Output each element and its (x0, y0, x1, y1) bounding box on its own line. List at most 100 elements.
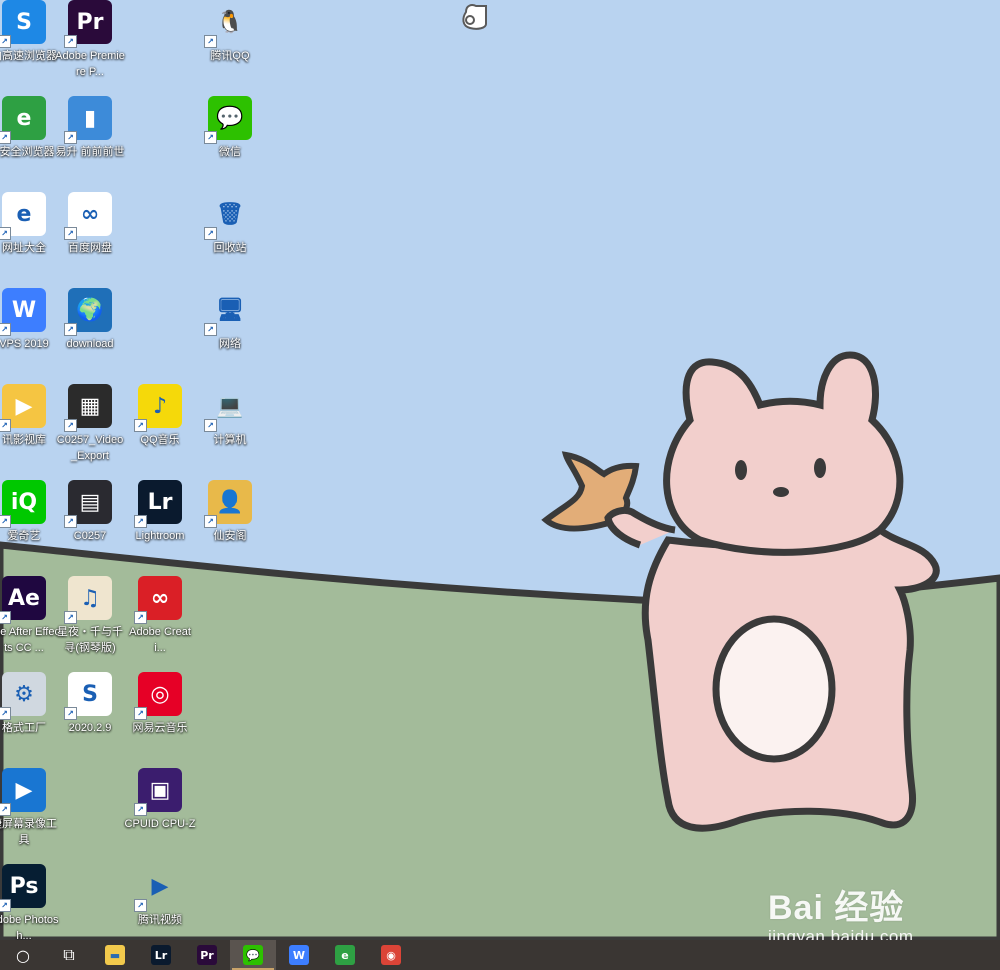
desktop-shortcut-netease-music[interactable]: ◎ ↗ 网易云音乐 (124, 670, 196, 762)
desktop-shortcut-screen-recorder[interactable]: ▶↗捷屏幕录像工具 (0, 766, 60, 858)
desktop-shortcut-network[interactable]: 🖥 ↗ 网络 (194, 286, 266, 378)
qq-icon: 🐧 ↗ (204, 0, 252, 48)
shortcut-label: QQ音乐 (140, 434, 180, 446)
shortcut-label: VPS 2019 (0, 338, 49, 350)
recycle-bin-icon: 🗑 ↗ (204, 192, 252, 240)
qq-music-icon: ♪ ↗ (134, 384, 182, 432)
desktop-shortcut-user-folder[interactable]: 👤 ↗ 仙安阁 (194, 478, 266, 570)
shortcut-label: 爱奇艺 (7, 530, 41, 542)
shortcut-label: 网易云音乐 (132, 722, 188, 734)
desktop-shortcut-premiere[interactable]: Pr ↗ Adobe Premiere P... (54, 0, 126, 90)
shortcut-label: CPUID CPU-Z (124, 818, 196, 830)
desktop-shortcut-lightroom[interactable]: Lr ↗ Lightroom (124, 478, 196, 570)
desktop-shortcut-wps[interactable]: W ↗ VPS 2019 (0, 286, 60, 378)
taskbar-button-cortana-search[interactable]: ○ (0, 940, 46, 970)
desktop-shortcut-download-globe[interactable]: 🌍 ↗ download (54, 286, 126, 378)
shortcut-arrow-icon: ↗ (64, 707, 77, 720)
taskbar-button-lightroom-taskbar[interactable]: Lr (138, 940, 184, 970)
tencent-video-icon: ▶ ↗ (134, 864, 182, 912)
desktop-shortcut-format-factory[interactable]: ⚙ ↗ 格式工厂 (0, 670, 60, 762)
desktop-shortcut-zip-archive[interactable]: ▮ ↗ 易升 前前前世 (54, 94, 126, 186)
desktop-shortcut-creative-cloud[interactable]: ∞ ↗ Adobe Creati... (124, 574, 196, 666)
baidu-watermark: Bai 经验 jingyan.baidu.com (768, 880, 914, 940)
desktop-shortcut-tencent-video[interactable]: ▶ ↗ 腾讯视频 (124, 862, 196, 940)
network-icon: 🖥 ↗ (204, 288, 252, 336)
desktop-shortcut-computer[interactable]: 💻 ↗ 计算机 (194, 382, 266, 474)
taskbar-button-360-browser-taskbar[interactable]: e (322, 940, 368, 970)
shortcut-arrow-icon: ↗ (134, 803, 147, 816)
shortcut-label: Adobe Creati... (129, 626, 191, 654)
shortcut-arrow-icon: ↗ (134, 899, 147, 912)
photoshop-icon: Ps ↗ (0, 864, 46, 912)
shortcut-label: 百度网盘 (68, 242, 112, 254)
taskbar-button-task-view[interactable]: ⧉ (46, 940, 92, 970)
desktop-shortcut-wechat[interactable]: 💬 ↗ 微信 (194, 94, 266, 186)
desktop-shortcut-browser[interactable]: S↗ 向高速浏览器 (0, 0, 60, 90)
music-file-icon: ♫ ↗ (64, 576, 112, 624)
desktop-shortcut-photoshop[interactable]: Ps↗Adobe Photosh... (0, 862, 60, 940)
shortcut-arrow-icon: ↗ (64, 35, 77, 48)
desktop-shortcut-iqiyi[interactable]: iQ ↗ 爱奇艺 (0, 478, 60, 570)
shortcut-label: Adobe Photosh... (0, 914, 59, 940)
shortcut-arrow-icon: ↗ (64, 131, 77, 144)
shortcut-arrow-icon: ↗ (134, 707, 147, 720)
cpuz-icon: ▣ ↗ (134, 768, 182, 816)
shortcut-arrow-icon: ↗ (64, 227, 77, 240)
screen-recorder-icon: ▶ ↗ (0, 768, 46, 816)
shortcut-label: Lightroom (135, 530, 185, 542)
shortcut-arrow-icon: ↗ (0, 707, 11, 720)
ie-browser-icon: e ↗ (0, 192, 46, 240)
taskbar-button-wechat-taskbar[interactable]: 💬 (230, 940, 276, 970)
creative-cloud-icon: ∞ ↗ (134, 576, 182, 624)
desktop-shortcut-ie-browser[interactable]: e ↗ 网址大全 (0, 190, 60, 282)
shortcut-arrow-icon: ↗ (0, 323, 11, 336)
shortcut-label: 2020.2.9 (68, 722, 112, 734)
shortcut-arrow-icon: ↗ (0, 35, 11, 48)
shortcut-label: 讯影视库 (2, 434, 46, 446)
chrome-taskbar-icon: ◉ (381, 945, 401, 965)
desktop-shortcut-spreadsheet-file[interactable]: S ↗ 2020.2.9 (54, 670, 126, 762)
taskbar-button-file-explorer[interactable]: ▬ (92, 940, 138, 970)
video-folder-icon: ▶ ↗ (0, 384, 46, 432)
shortcut-arrow-icon: ↗ (0, 803, 11, 816)
desktop-shortcut-after-effects[interactable]: Ae↗obe After Effects CC ... (0, 574, 60, 666)
task-view-icon: ⧉ (63, 945, 75, 964)
taskbar-button-chrome-taskbar[interactable]: ◉ (368, 940, 414, 970)
shortcut-label: 0安全浏览器 (0, 146, 55, 158)
cortana-search-icon: ○ (16, 945, 30, 965)
shortcut-label: 格式工厂 (2, 722, 46, 734)
desktop-shortcut-video-file[interactable]: ▦ ↗ C0257_Video_Export (54, 382, 126, 474)
taskbar-button-wps-taskbar[interactable]: W (276, 940, 322, 970)
wps-taskbar-icon: W (289, 945, 309, 965)
desktop-shortcut-recycle-bin[interactable]: 🗑 ↗ 回收站 (194, 190, 266, 282)
computer-icon: 💻 ↗ (204, 384, 252, 432)
desktop-shortcut-baidu-netdisk[interactable]: ∞ ↗ 百度网盘 (54, 190, 126, 282)
taskbar-button-premiere-taskbar[interactable]: Pr (184, 940, 230, 970)
wechat-taskbar-icon: 💬 (243, 945, 263, 965)
360-browser-icon: e ↗ (0, 96, 46, 144)
wechat-icon: 💬 ↗ (204, 96, 252, 144)
zip-archive-icon: ▮ ↗ (64, 96, 112, 144)
shortcut-arrow-icon: ↗ (204, 35, 217, 48)
taskbar: ○ ⧉ ▬ Lr Pr 💬 We ◉ (0, 940, 1000, 970)
desktop-shortcut-qq-music[interactable]: ♪ ↗ QQ音乐 (124, 382, 196, 474)
after-effects-icon: Ae ↗ (0, 576, 46, 624)
desktop-shortcut-music-file[interactable]: ♫ ↗ 星夜・千与千寻(钢琴版) (54, 574, 126, 666)
shortcut-label: C0257 (73, 530, 107, 542)
desktop-shortcut-360-browser[interactable]: e↗ 0安全浏览器 (0, 94, 60, 186)
shortcut-label: obe After Effects CC ... (0, 626, 60, 654)
desktop-shortcut-video-thumbnail[interactable]: ▤ ↗ C0257 (54, 478, 126, 570)
shortcut-label: C0257_Video_Export (56, 434, 124, 462)
shortcut-label: 捷屏幕录像工具 (0, 818, 57, 846)
shortcut-label: 腾讯QQ (210, 50, 250, 62)
shortcut-arrow-icon: ↗ (204, 419, 217, 432)
shortcut-label: Adobe Premiere P... (55, 50, 125, 78)
format-factory-icon: ⚙ ↗ (0, 672, 46, 720)
shortcut-arrow-icon: ↗ (64, 419, 77, 432)
desktop-shortcut-cpuz[interactable]: ▣ ↗ CPUID CPU-Z (124, 766, 196, 858)
shortcut-label: 腾讯视频 (138, 914, 182, 926)
desktop-shortcut-video-folder[interactable]: ▶ ↗ 讯影视库 (0, 382, 60, 474)
shortcut-arrow-icon: ↗ (64, 611, 77, 624)
desktop-shortcut-qq[interactable]: 🐧 ↗ 腾讯QQ (194, 0, 266, 90)
shortcut-label: 网络 (219, 338, 241, 350)
